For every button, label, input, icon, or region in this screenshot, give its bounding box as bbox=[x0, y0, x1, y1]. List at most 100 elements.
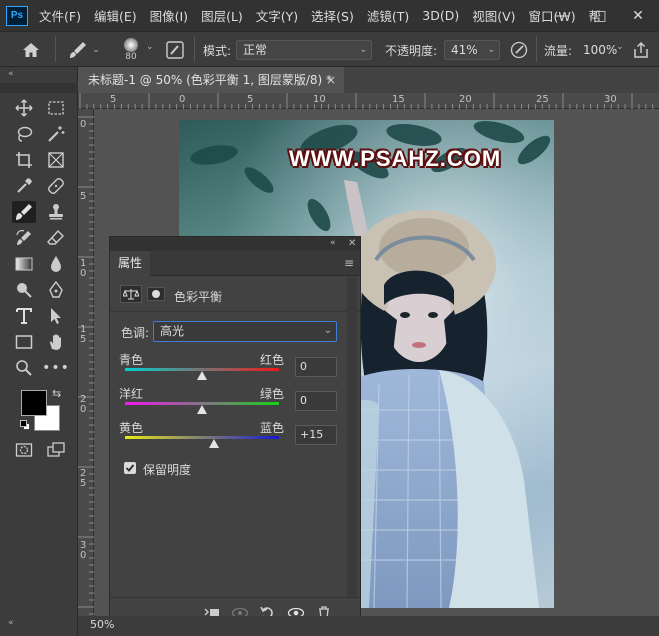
chevron-down-icon: ⌄ bbox=[323, 325, 332, 336]
gradient-tool-icon[interactable] bbox=[12, 253, 36, 275]
default-colors-icon[interactable] bbox=[20, 420, 30, 430]
menu-type[interactable]: 文字(Y) bbox=[251, 6, 306, 25]
healing-brush-tool-icon[interactable] bbox=[44, 175, 68, 197]
slider-yellow-label: 黄色 bbox=[119, 421, 144, 435]
zoom-level[interactable]: 50% bbox=[90, 618, 114, 631]
menu-3d[interactable]: 3D(D) bbox=[417, 8, 467, 23]
menu-file[interactable]: 文件(F) bbox=[34, 6, 89, 25]
brush-settings-panel-icon[interactable] bbox=[164, 38, 186, 62]
chevron-down-icon: ⌄ bbox=[359, 45, 367, 55]
blend-mode-dropdown[interactable]: 正常 ⌄ bbox=[236, 40, 372, 60]
ruler-label: 0 bbox=[179, 94, 186, 105]
rectangle-tool-icon[interactable] bbox=[12, 331, 36, 353]
home-icon[interactable] bbox=[18, 38, 44, 62]
blur-tool-icon[interactable] bbox=[44, 253, 68, 275]
type-tool-icon[interactable] bbox=[12, 305, 36, 327]
ruler-label: 5 bbox=[110, 94, 117, 105]
screen-mode-icon[interactable] bbox=[44, 439, 68, 461]
marquee-tool-icon[interactable] bbox=[44, 97, 68, 119]
ruler-label: 5 bbox=[247, 94, 254, 105]
panel-scrollbar[interactable] bbox=[347, 277, 357, 597]
hand-tool-icon[interactable] bbox=[44, 331, 68, 353]
brush-preset-picker[interactable]: ⌄ bbox=[64, 38, 104, 62]
opacity-label: 不透明度: bbox=[385, 44, 438, 58]
close-panel-icon[interactable]: ✕ bbox=[348, 237, 356, 250]
slider-cyan-label: 青色 bbox=[119, 353, 144, 367]
close-tab-icon[interactable]: × bbox=[326, 67, 336, 93]
frame-tool-icon[interactable] bbox=[44, 149, 68, 171]
watermark-text: WWW.PSAHZ.COM bbox=[289, 146, 502, 171]
opacity-field[interactable]: 41% ⌄ bbox=[444, 40, 500, 60]
layer-mask-icon[interactable] bbox=[147, 287, 165, 301]
minimize-button[interactable]: — bbox=[542, 0, 582, 31]
chevron-down-icon: ⌄ bbox=[616, 42, 624, 52]
eyedropper-tool-icon[interactable] bbox=[12, 175, 36, 197]
magenta-green-value-field[interactable]: 0 bbox=[295, 391, 337, 411]
collapse-panel-icon[interactable]: « bbox=[330, 237, 336, 250]
menu-filter[interactable]: 滤镜(T) bbox=[362, 6, 417, 25]
brush-size-picker[interactable]: 80 bbox=[112, 38, 150, 62]
ruler-label: 2 0 bbox=[80, 394, 87, 415]
lasso-tool-icon[interactable] bbox=[12, 123, 36, 145]
cyan-red-slider-thumb[interactable] bbox=[197, 371, 207, 380]
collapse-panel-icon[interactable]: « bbox=[8, 69, 14, 79]
quick-mask-icon[interactable] bbox=[12, 439, 36, 461]
cyan-red-value: 0 bbox=[300, 360, 307, 373]
adjustment-icon[interactable] bbox=[120, 285, 142, 303]
share-icon[interactable] bbox=[630, 38, 652, 62]
panel-tab-bar: 属性 ≡ bbox=[110, 251, 360, 276]
ruler-label: 15 bbox=[392, 94, 405, 105]
menu-image[interactable]: 图像(I) bbox=[145, 6, 196, 25]
slider-magenta-label: 洋红 bbox=[119, 387, 144, 401]
tone-value: 高光 bbox=[160, 324, 185, 338]
close-window-button[interactable]: ✕ bbox=[618, 0, 658, 31]
document-tab-bar: 未标题-1 @ 50% (色彩平衡 1, 图层蒙版/8) * × bbox=[0, 67, 659, 93]
menu-edit[interactable]: 编辑(E) bbox=[89, 6, 145, 25]
adjustment-title: 色彩平衡 bbox=[174, 290, 223, 304]
swap-colors-icon[interactable]: ⇆ bbox=[52, 387, 61, 400]
tools-panel: « ••• ⇆ bbox=[0, 67, 78, 636]
dodge-tool-icon[interactable] bbox=[12, 279, 36, 301]
blend-mode-value: 正常 bbox=[243, 43, 268, 57]
clone-stamp-tool-icon[interactable] bbox=[44, 201, 68, 223]
tab-properties[interactable]: 属性 bbox=[110, 251, 150, 276]
ruler-label: 1 0 bbox=[80, 258, 87, 279]
mode-label: 模式: bbox=[203, 44, 232, 58]
maximize-button[interactable]: □ bbox=[580, 0, 620, 31]
expand-panel-icon[interactable]: « bbox=[8, 618, 14, 628]
more-tools-icon[interactable]: ••• bbox=[42, 357, 69, 379]
crop-tool-icon[interactable] bbox=[12, 149, 36, 171]
preserve-luminosity-checkbox[interactable] bbox=[124, 462, 136, 474]
cyan-red-value-field[interactable]: 0 bbox=[295, 357, 337, 377]
document-tab-title: 未标题-1 @ 50% (色彩平衡 1, 图层蒙版/8) * bbox=[88, 73, 333, 87]
yellow-blue-value-field[interactable]: +15 bbox=[295, 425, 337, 445]
move-tool-icon[interactable] bbox=[12, 97, 36, 119]
checkmark-icon bbox=[125, 464, 135, 472]
brush-tool-icon[interactable] bbox=[12, 201, 36, 223]
menu-layer[interactable]: 图层(L) bbox=[196, 6, 251, 25]
menu-select[interactable]: 选择(S) bbox=[306, 6, 362, 25]
magenta-green-value: 0 bbox=[300, 394, 307, 407]
yellow-blue-track[interactable] bbox=[125, 436, 279, 439]
foreground-color-swatch[interactable] bbox=[21, 390, 47, 416]
history-brush-tool-icon[interactable] bbox=[12, 227, 36, 249]
vertical-ruler: 0 5 1 0 1 5 2 0 2 5 3 0 bbox=[78, 109, 94, 616]
ruler-label: 5 bbox=[80, 191, 87, 202]
eraser-tool-icon[interactable] bbox=[44, 227, 68, 249]
magenta-green-slider-thumb[interactable] bbox=[197, 405, 207, 414]
pressure-opacity-icon[interactable] bbox=[508, 38, 530, 62]
menu-bar: Ps 文件(F) 编辑(E) 图像(I) 图层(L) 文字(Y) 选择(S) 滤… bbox=[0, 0, 659, 31]
tone-dropdown[interactable]: 高光 ⌄ bbox=[153, 321, 337, 342]
panel-menu-icon[interactable]: ≡ bbox=[344, 256, 354, 270]
yellow-blue-slider-thumb[interactable] bbox=[208, 439, 219, 448]
zoom-tool-icon[interactable] bbox=[12, 357, 36, 379]
options-bar: ⌄ 80 ⌄ 模式: 正常 ⌄ 不透明度: 41% ⌄ 流量: 100% ⌄ bbox=[0, 31, 659, 67]
ruler-label: 1 5 bbox=[80, 324, 87, 345]
pen-tool-icon[interactable] bbox=[44, 279, 68, 301]
soft-brush-icon bbox=[124, 38, 138, 52]
document-tab[interactable]: 未标题-1 @ 50% (色彩平衡 1, 图层蒙版/8) * × bbox=[78, 67, 344, 93]
menu-view[interactable]: 视图(V) bbox=[467, 6, 523, 25]
magic-wand-tool-icon[interactable] bbox=[44, 123, 68, 145]
path-selection-tool-icon[interactable] bbox=[44, 305, 68, 327]
tone-label: 色调: bbox=[121, 326, 150, 340]
